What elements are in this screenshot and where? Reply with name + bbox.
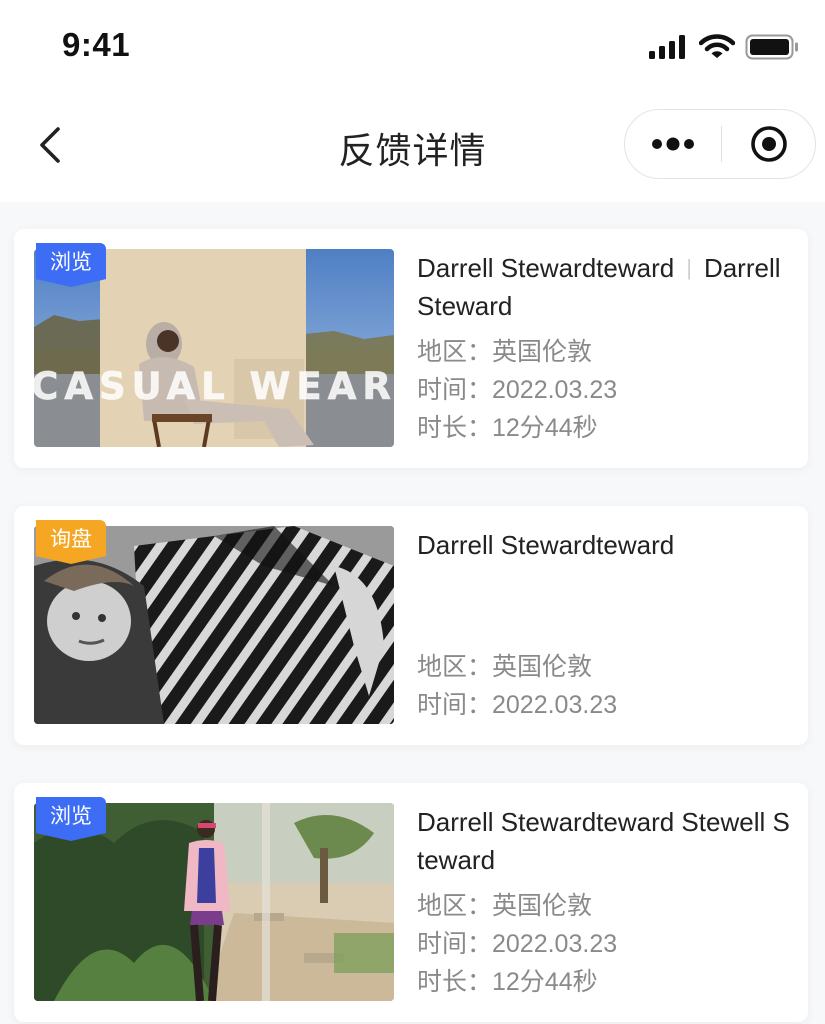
image-overlay-text: CASUAL WEAR xyxy=(34,365,394,408)
card-title: Darrell Stewardteward xyxy=(417,530,675,560)
more-button[interactable] xyxy=(625,110,721,178)
time-text: 时间：2022.03.23 xyxy=(417,930,618,958)
battery-icon xyxy=(745,34,798,60)
status-icons xyxy=(649,32,799,62)
time-text: 时间：2022.03.23 xyxy=(417,376,618,404)
card-title: Darrell Stewardteward | Darrell Steward xyxy=(417,249,793,325)
region-text: 地区：英国伦敦 xyxy=(417,338,593,366)
header: 9:41 反馈详情 xyxy=(0,0,825,202)
feedback-card[interactable]: 浏览 Darrell Stewardteward Stewell Steward… xyxy=(14,783,808,1022)
mini-program-capsule xyxy=(624,109,816,179)
title-main: Darrell Stewardteward xyxy=(417,253,675,283)
duration-text: 时长：12分44秒 xyxy=(417,414,598,442)
region-text: 地区：英国伦敦 xyxy=(417,892,593,920)
more-dots-icon xyxy=(652,137,694,151)
status-bar: 9:41 xyxy=(0,0,825,95)
close-button[interactable] xyxy=(722,110,816,178)
status-tag: 浏览 xyxy=(36,243,106,287)
status-time: 9:41 xyxy=(62,26,131,63)
feedback-card[interactable]: CASUAL WEAR 浏览 Darrell Stewardteward | Dar… xyxy=(14,229,808,468)
duration-text: 时长：12分44秒 xyxy=(417,968,598,996)
signal-icon xyxy=(649,35,685,59)
feedback-card[interactable]: 询盘 Darrell Stewardteward 地区：英国伦敦 时间：2022… xyxy=(14,506,808,745)
nav-bar: 反馈详情 xyxy=(0,95,825,195)
region-text: 地区：英国伦敦 xyxy=(417,653,593,681)
title-separator: | xyxy=(686,255,692,280)
target-close-icon xyxy=(751,126,787,162)
wifi-icon xyxy=(699,34,735,58)
time-text: 时间：2022.03.23 xyxy=(417,691,618,719)
status-tag: 浏览 xyxy=(36,797,106,841)
card-title: Darrell Stewardteward Stewell Steward xyxy=(417,807,790,875)
status-tag: 询盘 xyxy=(36,520,106,564)
